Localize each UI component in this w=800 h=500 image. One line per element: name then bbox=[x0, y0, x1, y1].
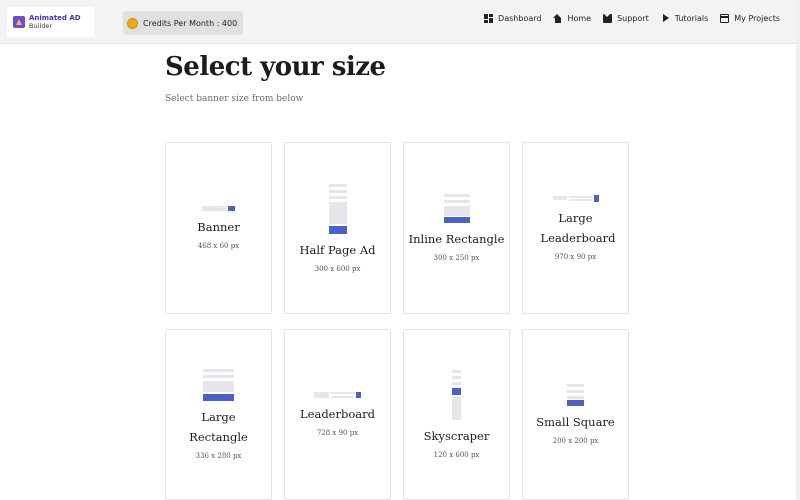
size-card-large-leaderboard[interactable]: Large Leaderboard 970 x 90 px bbox=[522, 142, 629, 314]
card-name: Small Square bbox=[536, 415, 615, 429]
logo-title: Animated AD bbox=[29, 14, 81, 22]
credits-label: Credits Per Month : 400 bbox=[143, 18, 238, 28]
skyscraper-preview-icon bbox=[452, 370, 461, 420]
page-scrollbar[interactable] bbox=[796, 0, 800, 500]
nav-my-projects[interactable]: My Projects bbox=[720, 14, 780, 23]
large-rectangle-preview-icon bbox=[203, 369, 234, 401]
home-icon bbox=[553, 14, 562, 23]
card-name: Large Rectangle bbox=[189, 410, 248, 444]
size-card-skyscraper[interactable]: Skyscraper 120 x 600 px bbox=[403, 329, 510, 500]
nav-dashboard-label: Dashboard bbox=[498, 14, 542, 23]
nav-home[interactable]: Home bbox=[553, 14, 591, 23]
card-size: 468 x 60 px bbox=[197, 242, 240, 250]
nav-support[interactable]: Support bbox=[603, 14, 649, 23]
logo-icon bbox=[13, 16, 25, 28]
app-logo[interactable]: Animated AD Builder bbox=[7, 7, 94, 37]
size-card-leaderboard[interactable]: Leaderboard 728 x 90 px bbox=[284, 329, 391, 500]
card-size: 728 x 90 px bbox=[316, 429, 359, 437]
size-card-half-page-ad[interactable]: Half Page Ad 300 x 600 px bbox=[284, 142, 391, 314]
card-size: 970 x 90 px bbox=[554, 253, 597, 261]
nav-tutorials-label: Tutorials bbox=[674, 14, 709, 23]
nav-tutorials[interactable]: Tutorials bbox=[661, 14, 709, 23]
credits-badge: Credits Per Month : 400 bbox=[123, 11, 244, 35]
page-title: Select your size bbox=[165, 52, 386, 82]
nav-my-projects-label: My Projects bbox=[734, 14, 780, 23]
leaderboard-preview-icon bbox=[314, 392, 361, 398]
page-subtitle: Select banner size from below bbox=[165, 94, 304, 104]
size-card-small-square[interactable]: Small Square 200 x 200 px bbox=[522, 329, 629, 500]
card-size: 300 x 250 px bbox=[433, 254, 480, 262]
size-card-large-rectangle[interactable]: Large Rectangle 336 x 280 px bbox=[165, 329, 272, 500]
card-size: 200 x 200 px bbox=[552, 437, 599, 445]
card-name: Skyscraper bbox=[423, 429, 490, 443]
nav-dashboard[interactable]: Dashboard bbox=[484, 14, 541, 23]
nav-support-label: Support bbox=[617, 14, 649, 23]
size-card-inline-rectangle[interactable]: Inline Rectangle 300 x 250 px bbox=[403, 142, 510, 314]
card-size: 300 x 600 px bbox=[314, 264, 361, 273]
dashboard-icon bbox=[484, 14, 494, 23]
size-card-banner[interactable]: Banner 468 x 60 px bbox=[165, 142, 272, 314]
logo-subtitle: Builder bbox=[29, 22, 52, 30]
top-navigation-bar: Animated AD Builder Credits Per Month : … bbox=[0, 0, 800, 44]
projects-icon bbox=[720, 14, 730, 23]
card-name: Leaderboard bbox=[300, 407, 375, 421]
coin-icon bbox=[127, 17, 138, 29]
nav-home-label: Home bbox=[567, 14, 592, 23]
main-nav: Dashboard Home Support Tutorials My Proj… bbox=[472, 14, 780, 23]
inline-rectangle-preview-icon bbox=[443, 194, 470, 223]
card-size: 336 x 280 px bbox=[195, 452, 242, 460]
half-page-preview-icon bbox=[328, 183, 347, 234]
play-icon bbox=[661, 14, 670, 23]
card-name: Large Leaderboard bbox=[540, 211, 616, 245]
banner-preview-icon bbox=[202, 206, 235, 211]
card-size: 120 x 600 px bbox=[433, 451, 480, 459]
card-name: Half Page Ad bbox=[299, 242, 376, 257]
card-name: Inline Rectangle bbox=[408, 232, 505, 246]
mail-icon bbox=[603, 14, 613, 23]
small-square-preview-icon bbox=[567, 384, 584, 406]
large-leaderboard-preview-icon bbox=[552, 195, 599, 202]
card-name: Banner bbox=[197, 220, 240, 234]
